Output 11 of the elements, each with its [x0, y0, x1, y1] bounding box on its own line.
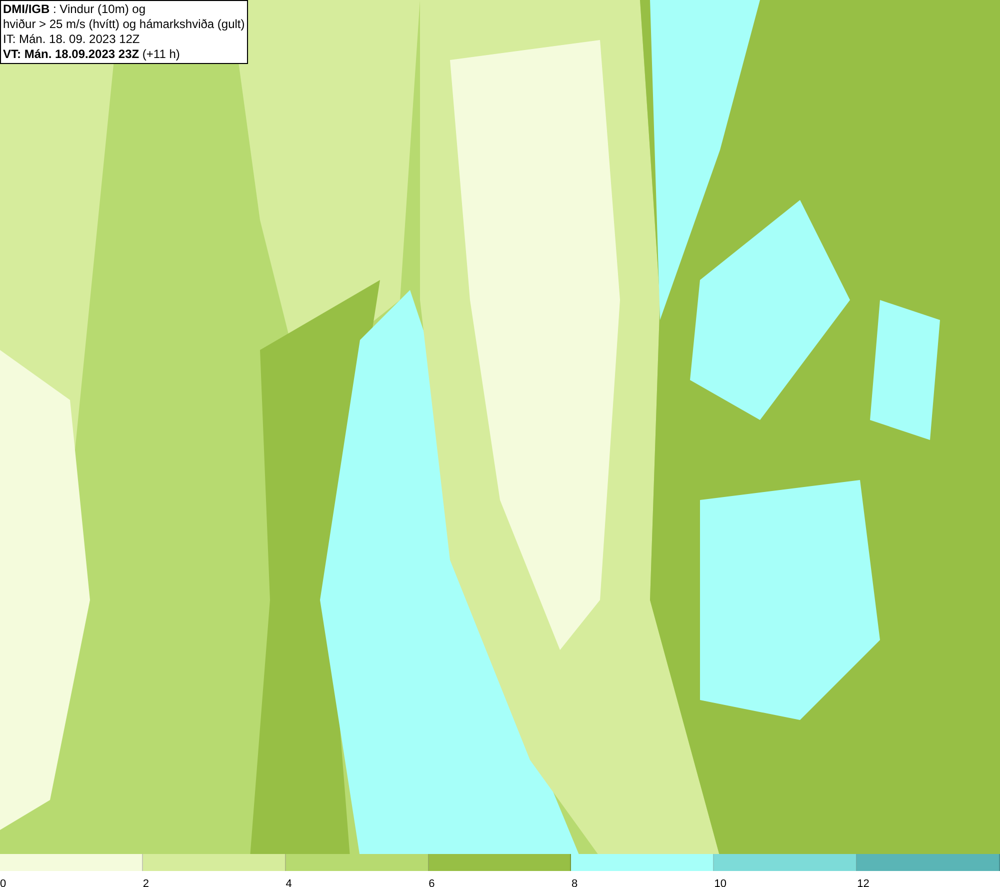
legend-label: 10 — [714, 877, 727, 887]
legend-label: 6 — [428, 877, 435, 887]
title-line: hviður > 25 m/s (hvítt) og hámarkshviða (gult) — [3, 17, 245, 32]
title-line: IT: Mán. 18. 09. 2023 12Z — [3, 32, 141, 47]
title-line: VT: Mán. 18.09.2023 23Z (+11 h) — [3, 47, 181, 62]
legend-label: 4 — [286, 877, 292, 887]
title-line: DMI/IGB : Vindur (10m) og — [3, 2, 146, 17]
legend-label: 8 — [571, 877, 578, 887]
legend-label: 2 — [142, 877, 149, 887]
legend-label: 12 — [857, 877, 870, 887]
legend-label: 0 — [0, 877, 6, 887]
